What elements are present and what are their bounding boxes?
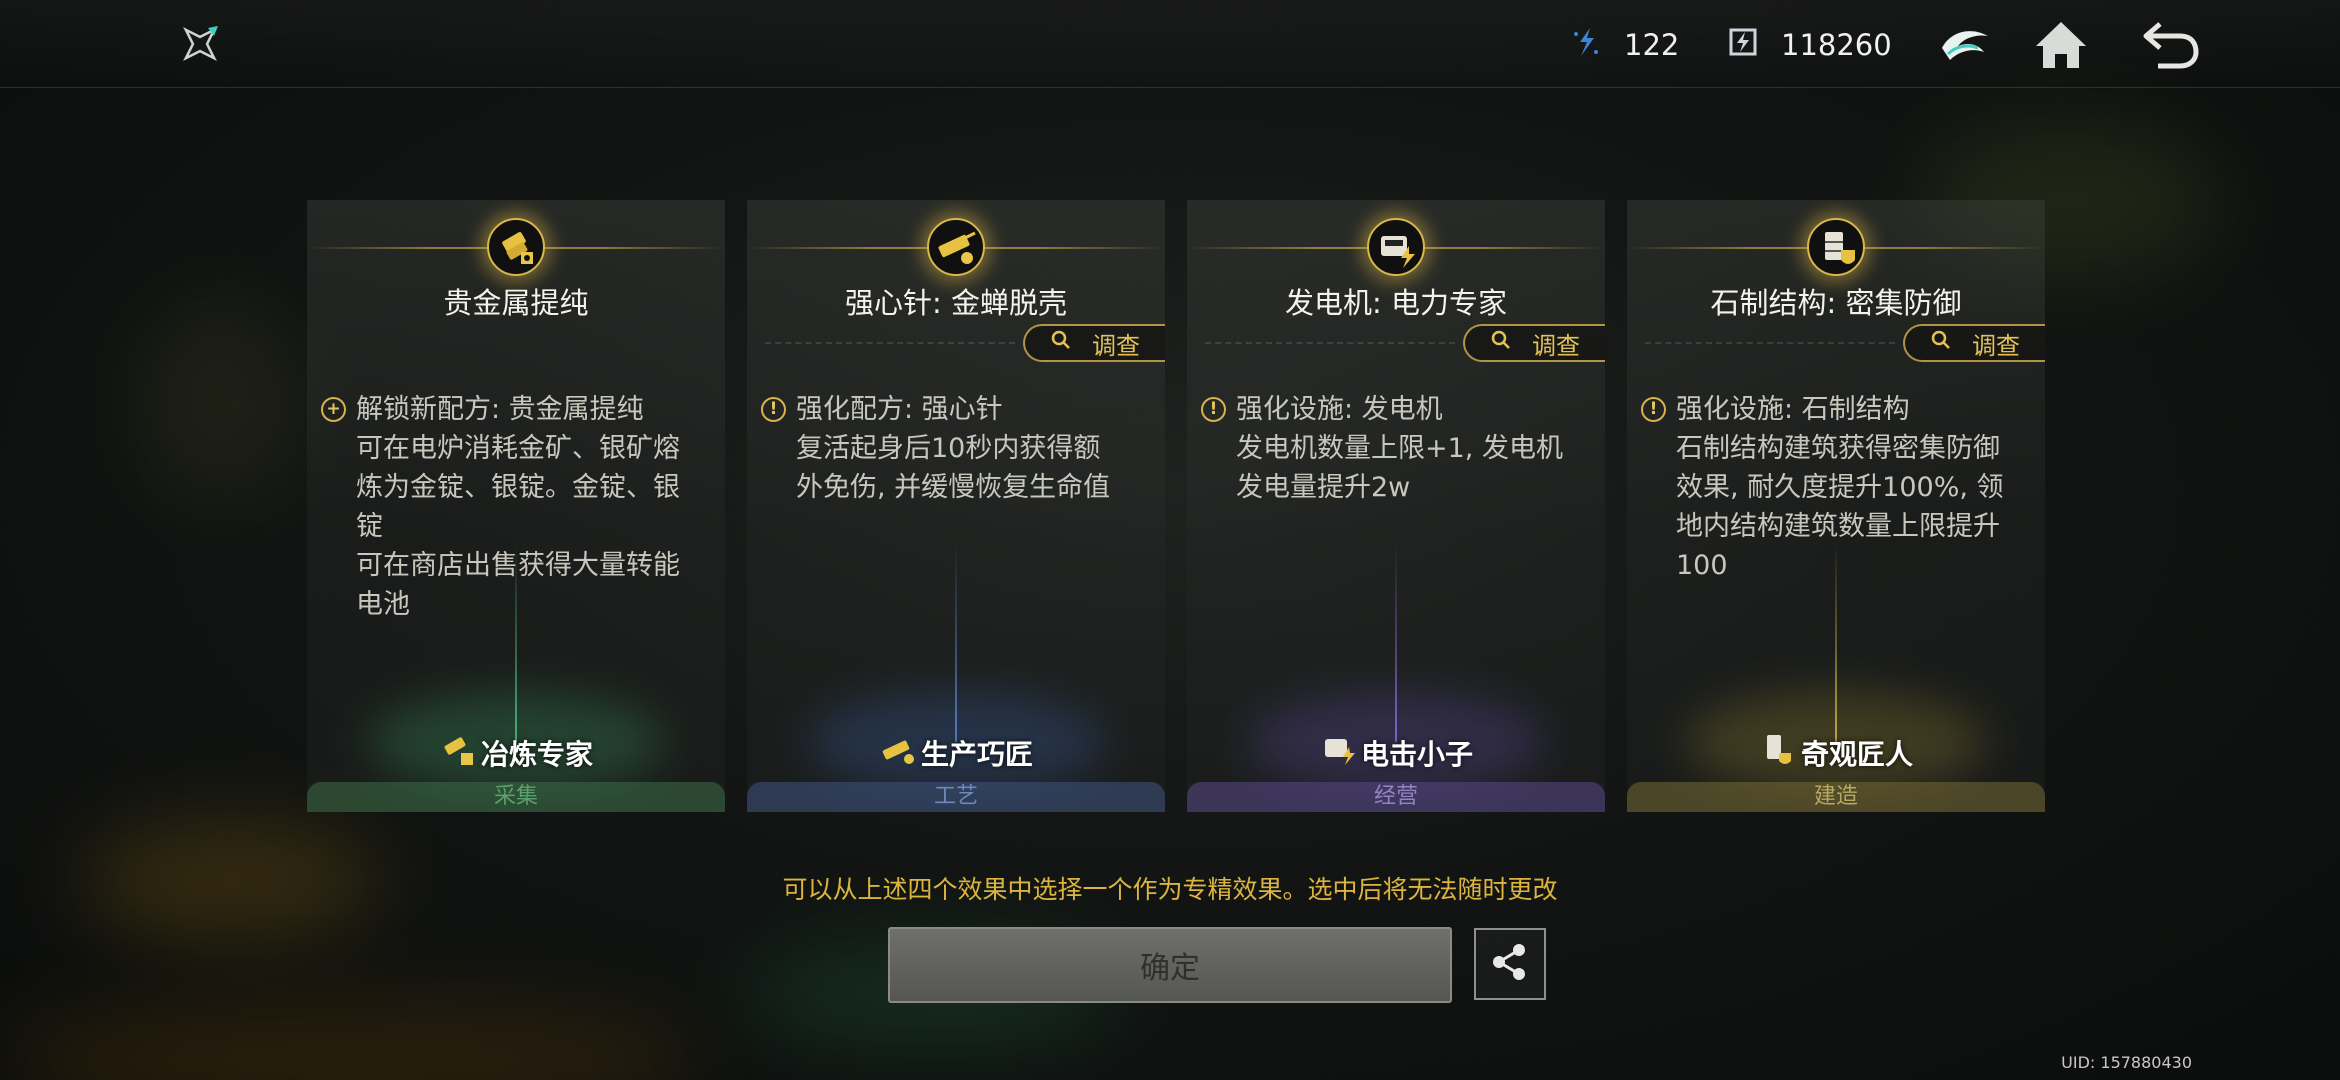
home-icon[interactable] bbox=[2030, 14, 2092, 76]
card-effect: + 解锁新配方: 贵金属提纯 可在电炉消耗金矿、银矿熔 炼为金锭、银锭。金锭、银… bbox=[321, 390, 703, 624]
talent-label: 电击小子 bbox=[1187, 729, 1605, 776]
effect-heading: 强化设施: 发电机 bbox=[1236, 394, 1443, 425]
magnifier-icon bbox=[1930, 329, 1952, 357]
stone-pillar-icon bbox=[1807, 218, 1865, 276]
exclamation-badge-icon: ! bbox=[1201, 397, 1226, 422]
magnifier-icon bbox=[1050, 329, 1072, 357]
card-title: 发电机: 电力专家 bbox=[1285, 286, 1507, 320]
share-button[interactable] bbox=[1474, 928, 1546, 1000]
effect-line: 电池 bbox=[356, 589, 410, 620]
generator-icon bbox=[1367, 218, 1425, 276]
selection-hint: 可以从上述四个效果中选择一个作为专精效果。选中后将无法随时更改 bbox=[782, 875, 1558, 904]
confirm-button[interactable]: 确定 bbox=[888, 927, 1452, 1003]
battery-count: 118260 bbox=[1781, 28, 1892, 62]
stone-pillar-icon bbox=[1759, 729, 1799, 776]
effect-line: 复活起身后10秒内获得额 bbox=[796, 433, 1101, 464]
effect-line: 炼为金锭、银锭。金锭、银锭 bbox=[356, 472, 680, 542]
emblem-icon[interactable] bbox=[1934, 14, 1996, 76]
card-effect: ! 强化设施: 发电机 发电机数量上限+1, 发电机 发电量提升2w bbox=[1201, 390, 1583, 507]
battery-resource: 118260 bbox=[1723, 22, 1892, 68]
gold-ingot-icon bbox=[439, 729, 479, 776]
specialization-card-stim[interactable]: 强心针: 金蝉脱壳 调查 ! 强化配方: 强心针 复活起身后10秒内获得额 外免… bbox=[747, 200, 1165, 812]
talent-label: 奇观匠人 bbox=[1627, 729, 2045, 776]
dashed-divider bbox=[1205, 342, 1455, 344]
crystal-count: 122 bbox=[1624, 28, 1680, 62]
light-beam bbox=[515, 542, 517, 742]
user-id: UID: 157880430 bbox=[2061, 1053, 2192, 1072]
top-bar: 122 118260 bbox=[0, 0, 2340, 88]
crystal-resource: 122 bbox=[1566, 22, 1679, 68]
effect-line: 效果, 耐久度提升100%, 领 bbox=[1676, 472, 2004, 503]
specialization-card-smelting[interactable]: 贵金属提纯 + 解锁新配方: 贵金属提纯 可在电炉消耗金矿、银矿熔 炼为金锭、银… bbox=[307, 200, 725, 812]
battery-currency-icon bbox=[1723, 22, 1763, 69]
plus-badge-icon: + bbox=[321, 397, 346, 422]
effect-heading: 强化配方: 强心针 bbox=[796, 394, 1003, 425]
card-title: 石制结构: 密集防御 bbox=[1710, 286, 1962, 320]
investigate-button[interactable]: 调查 bbox=[1903, 324, 2045, 362]
light-beam bbox=[1835, 542, 1837, 742]
effect-line: 100 bbox=[1676, 550, 1728, 581]
effect-line: 发电机数量上限+1, 发电机 bbox=[1236, 433, 1563, 464]
card-title: 强心针: 金蝉脱壳 bbox=[845, 286, 1067, 320]
card-effect: ! 强化设施: 石制结构 石制结构建筑获得密集防御 效果, 耐久度提升100%,… bbox=[1641, 390, 2023, 585]
effect-line: 地内结构建筑数量上限提升 bbox=[1676, 511, 2000, 542]
specialization-card-stone-structure[interactable]: 石制结构: 密集防御 调查 ! 强化设施: 石制结构 石制结构建筑获得密集防御 … bbox=[1627, 200, 2045, 812]
share-icon bbox=[1489, 941, 1531, 987]
card-effect: ! 强化配方: 强心针 复活起身后10秒内获得额 外免伤, 并缓慢恢复生命值 bbox=[761, 390, 1143, 507]
effect-line: 外免伤, 并缓慢恢复生命值 bbox=[796, 472, 1111, 503]
effect-line: 可在电炉消耗金矿、银矿熔 bbox=[356, 433, 680, 464]
effect-heading: 解锁新配方: 贵金属提纯 bbox=[356, 394, 644, 425]
dashed-divider bbox=[765, 342, 1015, 344]
syringe-icon bbox=[879, 729, 919, 776]
talent-label: 冶炼专家 bbox=[307, 729, 725, 776]
crystal-icon bbox=[1566, 22, 1606, 69]
effect-line: 可在商店出售获得大量转能 bbox=[356, 550, 680, 581]
investigate-button[interactable]: 调查 bbox=[1023, 324, 1165, 362]
specialization-card-generator[interactable]: 发电机: 电力专家 调查 ! 强化设施: 发电机 发电机数量上限+1, 发电机 … bbox=[1187, 200, 1605, 812]
effect-line: 石制结构建筑获得密集防御 bbox=[1676, 433, 2000, 464]
talent-label: 生产巧匠 bbox=[747, 729, 1165, 776]
category-bar: 经营 bbox=[1187, 782, 1605, 812]
investigate-button[interactable]: 调查 bbox=[1463, 324, 1605, 362]
gold-ingot-icon bbox=[487, 218, 545, 276]
category-bar: 采集 bbox=[307, 782, 725, 812]
category-bar: 建造 bbox=[1627, 782, 2045, 812]
effect-line: 发电量提升2w bbox=[1236, 472, 1411, 503]
exclamation-badge-icon: ! bbox=[761, 397, 786, 422]
dashed-divider bbox=[1645, 342, 1895, 344]
light-beam bbox=[1395, 542, 1397, 742]
magnifier-icon bbox=[1490, 329, 1512, 357]
back-arrow-icon[interactable] bbox=[2140, 14, 2202, 76]
shuriken-logo-icon[interactable] bbox=[170, 14, 230, 74]
exclamation-badge-icon: ! bbox=[1641, 397, 1666, 422]
effect-heading: 强化设施: 石制结构 bbox=[1676, 394, 1910, 425]
generator-icon bbox=[1319, 729, 1359, 776]
syringe-icon bbox=[927, 218, 985, 276]
card-title: 贵金属提纯 bbox=[443, 286, 589, 320]
light-beam bbox=[955, 542, 957, 742]
category-bar: 工艺 bbox=[747, 782, 1165, 812]
